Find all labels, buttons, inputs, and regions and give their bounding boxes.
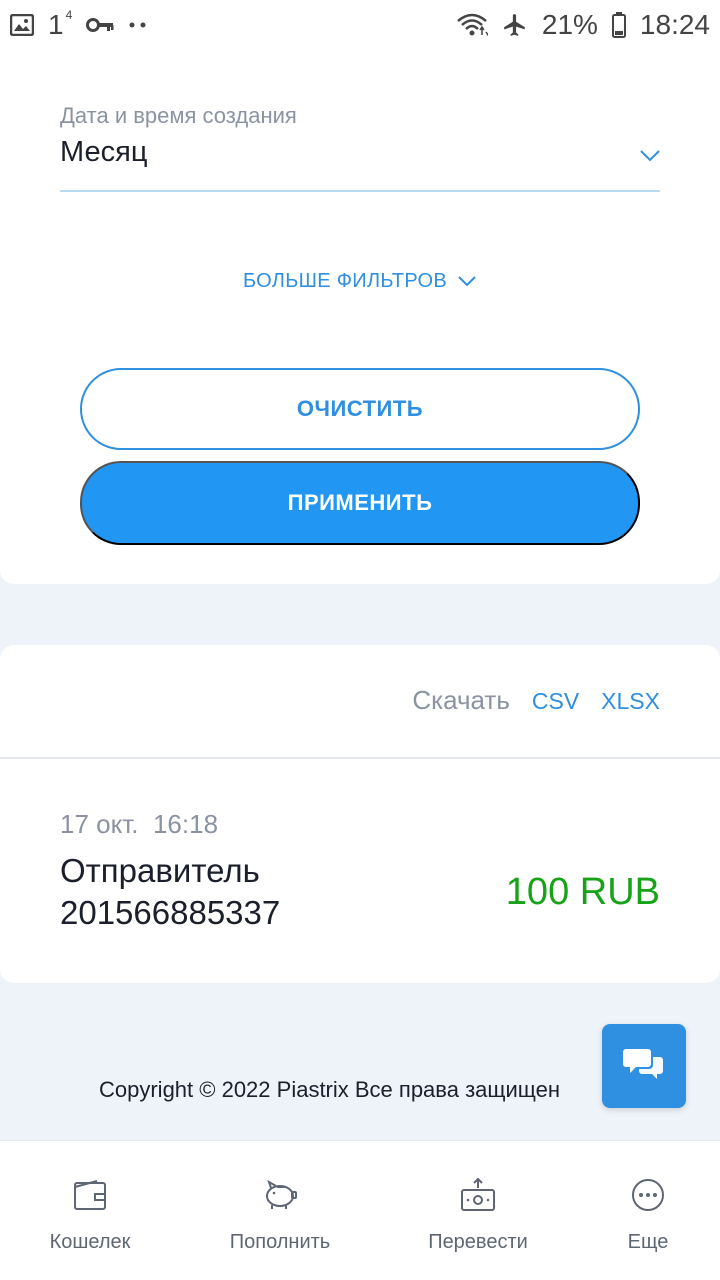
results-card: Скачать CSV XLSX 17 окт. 16:18 Отправите… — [0, 645, 720, 983]
nav-item-top-up[interactable]: Пополнить — [220, 1141, 340, 1280]
status-bar: 1 4 21% 18:24 — [0, 0, 720, 50]
chevron-down-icon[interactable] — [638, 148, 662, 164]
more-icon — [630, 1177, 666, 1213]
download-row: Скачать CSV XLSX — [412, 685, 660, 716]
download-label: Скачать — [412, 685, 510, 715]
chat-button[interactable] — [602, 1024, 686, 1108]
nav-item-wallet[interactable]: Кошелек — [30, 1141, 150, 1280]
download-xlsx-link[interactable]: XLSX — [601, 688, 660, 715]
image-icon — [10, 14, 34, 36]
filter-card: Дата и время создания Месяц БОЛЬШЕ ФИЛЬТ… — [0, 50, 720, 584]
chat-icon — [622, 1045, 666, 1088]
wallet-icon — [72, 1177, 108, 1213]
more-filters-toggle[interactable]: БОЛЬШЕ ФИЛЬТРОВ — [0, 270, 720, 293]
apply-button[interactable]: ПРИМЕНИТЬ — [80, 461, 640, 545]
nav-label-top-up: Пополнить — [229, 1231, 331, 1253]
status-bar-right: 21% 18:24 — [456, 9, 710, 41]
transaction-amount: 100 RUB — [505, 871, 660, 913]
divider — [0, 757, 720, 759]
battery-icon — [611, 12, 626, 38]
download-csv-link[interactable]: CSV — [532, 688, 579, 715]
nav-label-transfer: Перевести — [428, 1231, 528, 1253]
nav-item-more[interactable]: Еще — [598, 1141, 698, 1280]
transfer-icon — [460, 1177, 496, 1213]
key-icon — [86, 17, 114, 33]
transaction-sender: Отправитель 201566885337 — [60, 850, 280, 934]
status-bar-left: 1 4 — [10, 8, 148, 41]
copyright-text: Copyright © 2022 Piastrix Все права защи… — [99, 1077, 561, 1102]
chevron-down-icon — [457, 270, 477, 293]
clock: 18:24 — [639, 9, 710, 40]
wifi-icon — [456, 12, 488, 38]
battery-percent: 21% — [541, 9, 598, 40]
nav-item-transfer[interactable]: Перевести — [418, 1141, 538, 1280]
nav-label-more: Еще — [627, 1231, 669, 1253]
notification-sup: 4 — [65, 8, 73, 22]
date-filter-label: Дата и время создания — [60, 103, 297, 128]
piggy-bank-icon — [262, 1177, 298, 1213]
bottom-nav: Кошелек Пополнить Перевести Еще — [0, 1140, 720, 1280]
transaction-date: 17 окт. 16:18 — [60, 809, 219, 839]
date-filter-underline — [60, 190, 660, 192]
clear-button[interactable]: ОЧИСТИТЬ — [80, 368, 640, 450]
dots-icon — [128, 20, 148, 30]
notification-count: 1 — [48, 9, 64, 40]
airplane-icon — [502, 12, 528, 38]
date-filter-select[interactable]: Месяц — [60, 136, 147, 169]
transaction-sender-label: Отправитель — [60, 852, 260, 889]
transaction-sender-id: 201566885337 — [60, 894, 281, 931]
more-filters-label: БОЛЬШЕ ФИЛЬТРОВ — [242, 270, 448, 292]
nav-label-wallet: Кошелек — [49, 1231, 131, 1253]
